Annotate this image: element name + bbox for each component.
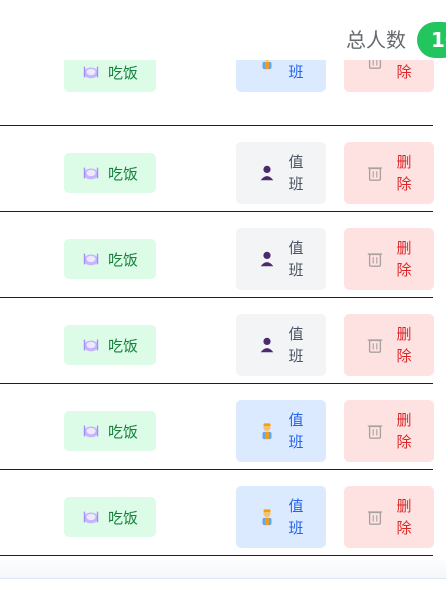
list-item: 吃饭 值 班 删 除 (0, 126, 446, 212)
person-icon (260, 337, 274, 353)
eat-label: 吃饭 (107, 508, 138, 527)
total-count-badge: 10 (417, 22, 446, 58)
total-count-label: 总人数 (346, 28, 406, 52)
delete-label-1: 删 (396, 239, 412, 257)
duty-label-2: 班 (288, 175, 304, 193)
footer-divider (0, 578, 446, 579)
eat-label: 吃饭 (107, 164, 138, 183)
eat-button[interactable]: 吃饭 (64, 411, 156, 451)
person-icon (260, 165, 274, 181)
duty-button[interactable]: 值 班 (236, 142, 326, 204)
duty-label-1: 值 (288, 411, 304, 429)
delete-button[interactable]: 删 除 (344, 314, 434, 376)
worker-icon (262, 509, 272, 526)
trash-icon (367, 339, 383, 353)
delete-label-2: 除 (396, 261, 412, 279)
plate-icon (83, 167, 99, 180)
footer-fade (0, 556, 446, 578)
person-icon (260, 251, 274, 267)
duty-label-1: 值 (288, 497, 304, 515)
delete-label-2: 除 (396, 433, 412, 451)
delete-label-1: 删 (396, 411, 412, 429)
trash-icon (367, 511, 383, 525)
duty-label-2: 班 (288, 519, 304, 537)
delete-button[interactable]: 删 除 (344, 228, 434, 290)
list-item: 吃饭 值 班 删 除 (0, 212, 446, 298)
eat-label: 吃饭 (107, 336, 138, 355)
plate-icon (83, 425, 99, 438)
trash-icon (367, 425, 383, 439)
eat-button[interactable]: 吃饭 (64, 239, 156, 279)
trash-icon (367, 253, 383, 267)
duty-button[interactable]: 值 班 (236, 400, 326, 462)
eat-label: 吃饭 (107, 63, 138, 82)
eat-label: 吃饭 (107, 250, 138, 269)
eat-button[interactable]: 吃饭 (64, 153, 156, 193)
delete-label-2: 除 (396, 519, 412, 537)
duty-label-1: 值 (288, 239, 304, 257)
list-item: 吃饭 值 班 删 除 (0, 298, 446, 384)
duty-button[interactable]: 值 班 (236, 486, 326, 548)
duty-label-1: 值 (288, 153, 304, 171)
delete-label-1: 删 (396, 325, 412, 343)
eat-button[interactable]: 吃饭 (64, 325, 156, 365)
eat-button[interactable]: 吃饭 (64, 497, 156, 537)
trash-icon (367, 167, 383, 181)
delete-button[interactable]: 删 除 (344, 400, 434, 462)
duty-label-2: 班 (288, 347, 304, 365)
delete-label-1: 删 (396, 497, 412, 515)
duty-button[interactable]: 值 班 (236, 228, 326, 290)
duty-label-2: 班 (288, 63, 304, 81)
list-item: 吃饭 值 班 删 除 (0, 470, 446, 556)
delete-button[interactable]: 删 除 (344, 142, 434, 204)
duty-button[interactable]: 值 班 (236, 314, 326, 376)
list-item: 吃饭 值 班 删 除 (0, 384, 446, 470)
list-header: 总人数 10 (0, 0, 446, 60)
duty-label-2: 班 (288, 261, 304, 279)
worker-icon (262, 423, 272, 440)
eat-label: 吃饭 (107, 422, 138, 441)
delete-label-1: 删 (396, 153, 412, 171)
plate-icon (83, 339, 99, 352)
plate-icon (83, 66, 99, 79)
delete-label-2: 除 (396, 63, 412, 81)
duty-label-2: 班 (288, 433, 304, 451)
plate-icon (83, 511, 99, 524)
duty-label-1: 值 (288, 325, 304, 343)
delete-label-2: 除 (396, 175, 412, 193)
plate-icon (83, 253, 99, 266)
delete-label-2: 除 (396, 347, 412, 365)
delete-button[interactable]: 删 除 (344, 486, 434, 548)
